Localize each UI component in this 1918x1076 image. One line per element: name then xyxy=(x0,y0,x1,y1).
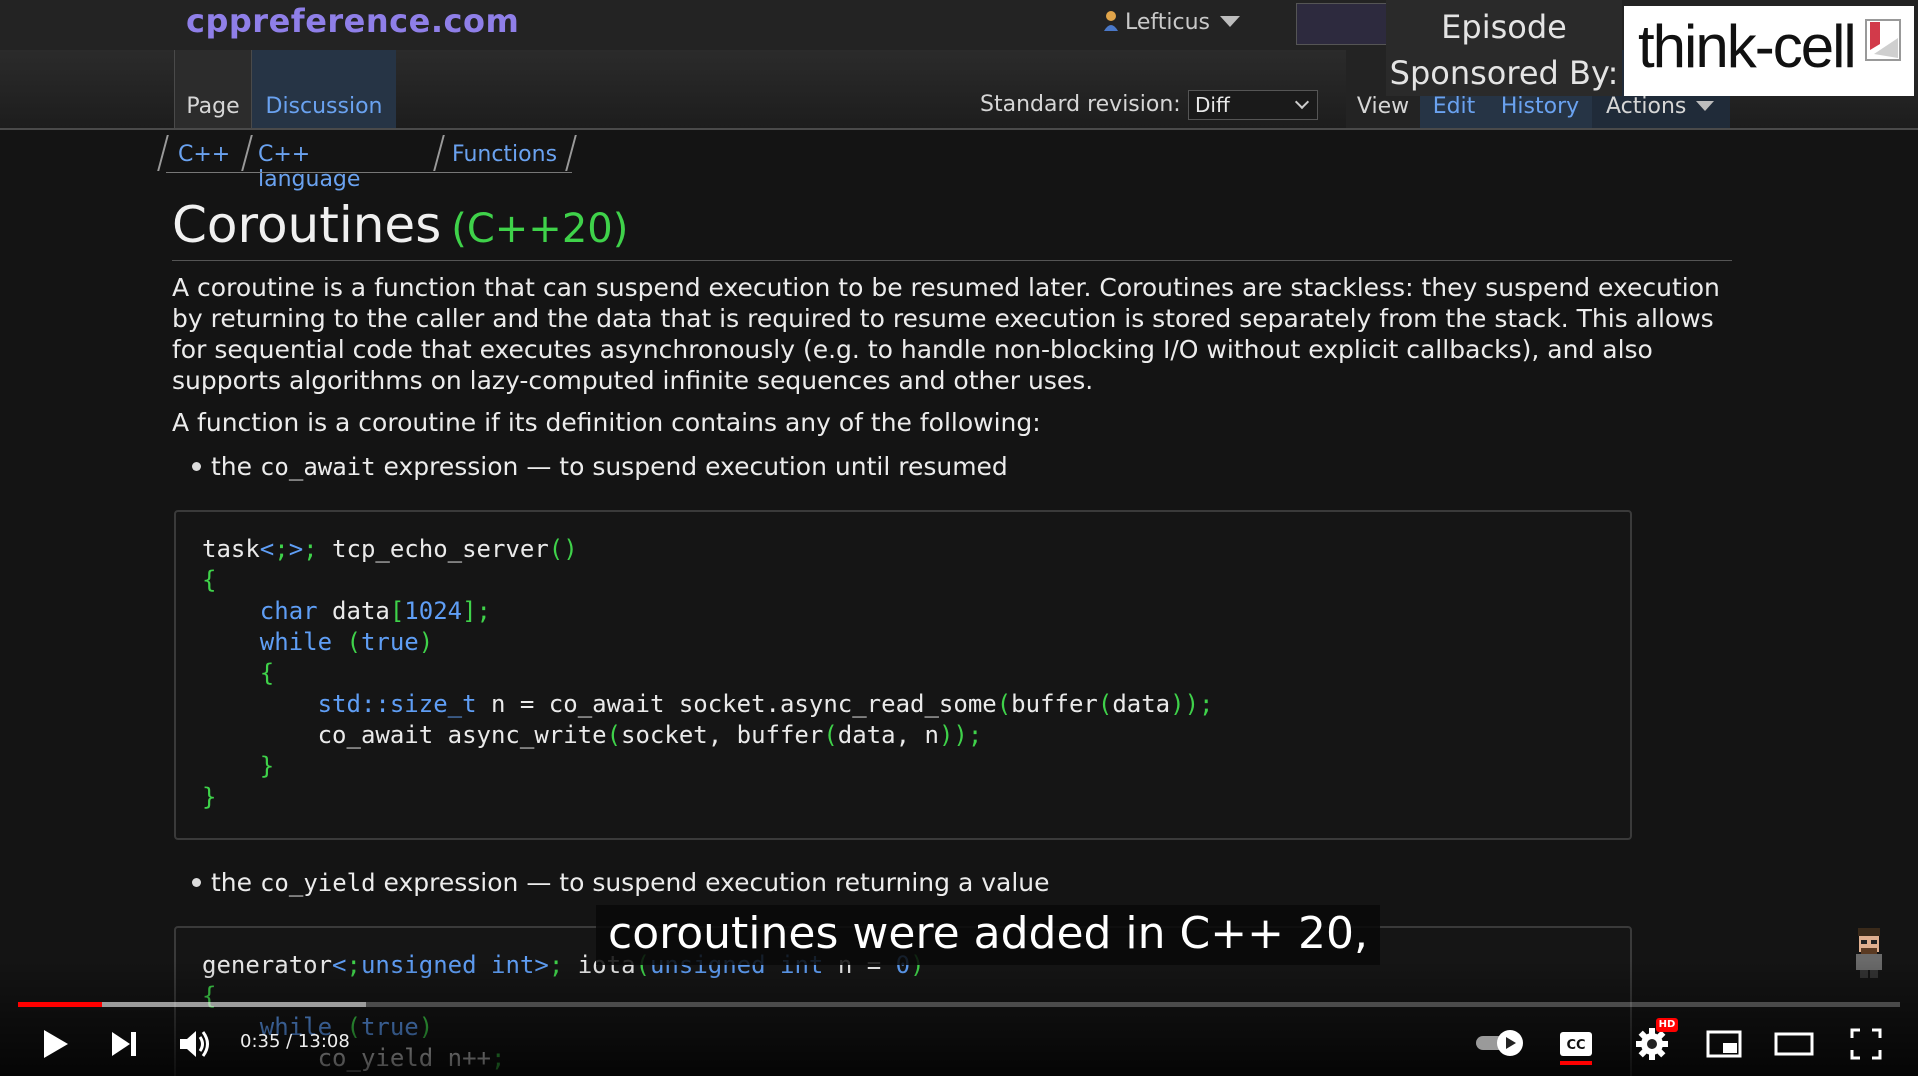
subtitles-active-indicator xyxy=(1560,1061,1592,1065)
chevron-down-icon xyxy=(1696,101,1715,111)
search-input[interactable] xyxy=(1296,3,1390,45)
miniplayer-icon[interactable] xyxy=(1702,1022,1746,1066)
user-menu[interactable]: Lefticus xyxy=(1103,10,1241,35)
bullet-text: expression — to suspend execution until … xyxy=(375,452,1008,481)
subtitle-caption: coroutines were added in C++ 20, xyxy=(596,905,1380,965)
standard-revision-select[interactable]: Diff xyxy=(1188,90,1318,120)
chevron-down-icon xyxy=(1294,94,1310,110)
chevron-down-icon xyxy=(1220,16,1241,27)
intro-paragraph: A coroutine is a function that can suspe… xyxy=(172,273,1720,395)
title-divider xyxy=(172,260,1732,261)
standard-revision-value: Diff xyxy=(1195,93,1230,117)
think-cell-mark-icon xyxy=(1865,19,1901,61)
user-name: Lefticus xyxy=(1125,10,1211,35)
autoplay-toggle-icon[interactable] xyxy=(1474,1027,1528,1059)
code-block: task<;>; tcp_echo_server() { char data[1… xyxy=(202,535,1214,811)
sponsor-subheading: Sponsored By: xyxy=(1389,54,1619,92)
video-frame[interactable]: cppreference.com Lefticus Page Discussio… xyxy=(0,0,1918,1076)
definition-paragraph: A function is a coroutine if its definit… xyxy=(172,408,1041,437)
bullet-icon xyxy=(192,878,201,887)
fullscreen-icon[interactable] xyxy=(1844,1022,1888,1066)
site-logo[interactable]: cppreference.com xyxy=(186,2,519,40)
volume-icon[interactable] xyxy=(172,1022,216,1066)
list-item-co-await: the co_await expression — to suspend exe… xyxy=(192,452,1008,481)
breadcrumb-underline xyxy=(166,172,572,173)
bullet-text: expression — to suspend execution return… xyxy=(375,868,1050,897)
next-icon[interactable] xyxy=(102,1022,146,1066)
progress-played xyxy=(18,1002,102,1007)
progress-bar[interactable] xyxy=(18,1002,1900,1007)
breadcrumb-item-cpp-language[interactable]: C++ language xyxy=(258,133,360,192)
think-cell-wordmark: think-cell xyxy=(1638,13,1857,80)
list-item-co-yield: the co_yield expression — to suspend exe… xyxy=(192,868,1050,897)
breadcrumb-separator xyxy=(565,135,577,171)
svg-text:CC: CC xyxy=(1566,1038,1585,1053)
breadcrumb-separator xyxy=(433,135,445,171)
tab-discussion[interactable]: Discussion xyxy=(252,50,396,128)
inline-code[interactable]: co_yield xyxy=(260,869,376,897)
breadcrumb-item-cpp[interactable]: C++ xyxy=(178,133,230,171)
page-title: Coroutines (C++20) xyxy=(172,196,628,254)
tab-page[interactable]: Page xyxy=(174,50,252,128)
bullet-icon xyxy=(192,462,201,471)
page-title-text: Coroutines xyxy=(172,196,442,254)
breadcrumb-item-functions[interactable]: Functions xyxy=(452,133,557,171)
inline-code[interactable]: co_await xyxy=(260,453,376,481)
breadcrumb-separator xyxy=(157,135,169,171)
bullet-text: the xyxy=(211,452,260,481)
theater-mode-icon[interactable] xyxy=(1772,1022,1816,1066)
sponsor-heading: Episode xyxy=(1441,8,1567,46)
think-cell-logo: think-cell xyxy=(1624,6,1914,96)
video-player[interactable]: cppreference.com Lefticus Page Discussio… xyxy=(0,0,1918,1076)
bullet-text: the xyxy=(211,868,260,897)
tab-actions-label: Actions xyxy=(1606,94,1687,119)
code-example-tcp-echo-server: task<;>; tcp_echo_server() { char data[1… xyxy=(174,510,1632,840)
time-display: 0:35 / 13:08 xyxy=(240,1031,350,1052)
subtitles-icon[interactable]: CC xyxy=(1554,1022,1598,1066)
play-icon[interactable] xyxy=(32,1022,76,1066)
standard-revision-marker: (C++20) xyxy=(451,206,629,252)
hd-badge: HD xyxy=(1656,1018,1678,1032)
user-icon xyxy=(1104,11,1118,31)
breadcrumb-separator xyxy=(241,135,253,171)
standard-revision-label: Standard revision: xyxy=(980,92,1181,117)
